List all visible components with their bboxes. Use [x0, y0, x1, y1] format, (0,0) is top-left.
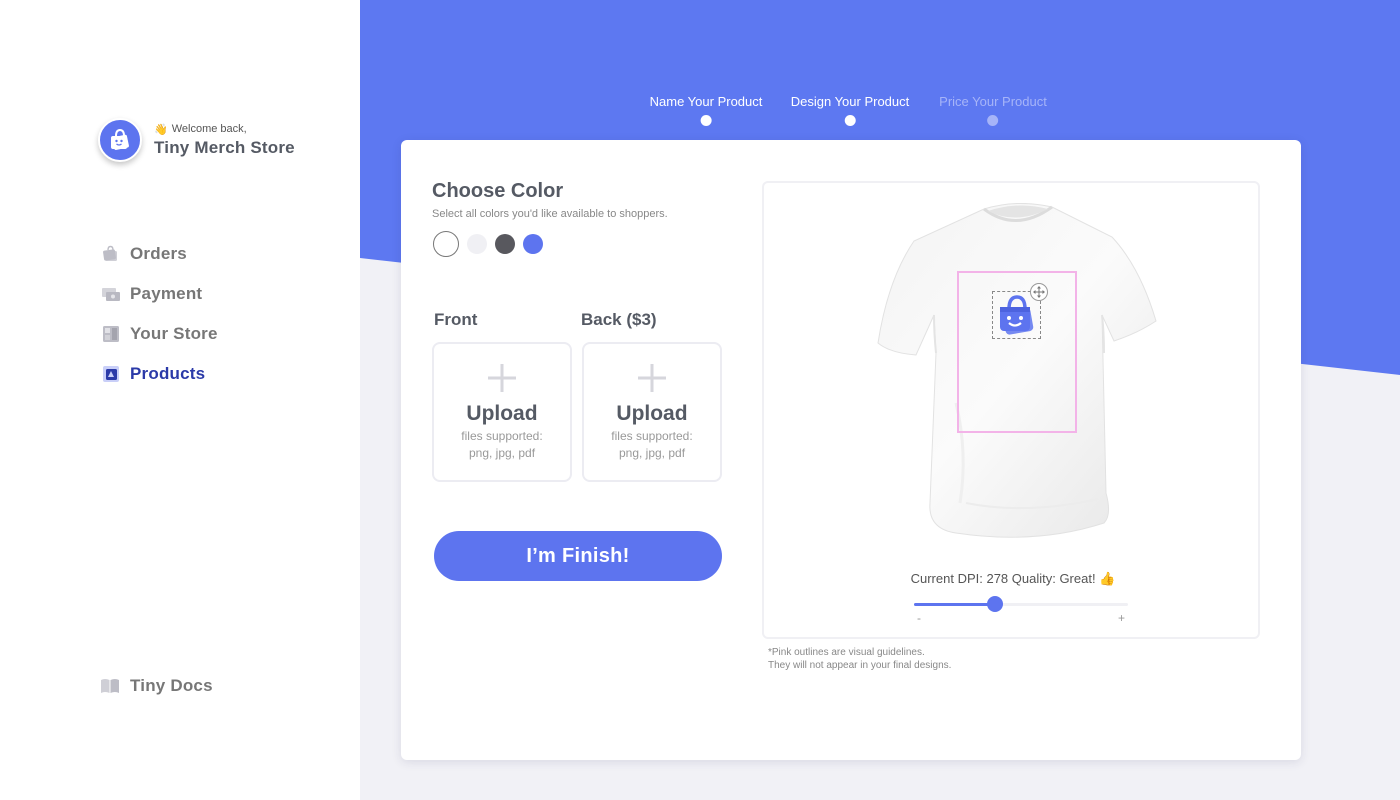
upload-formats-line1: files supported: [611, 429, 693, 443]
book-icon [100, 677, 120, 695]
back-upload-box[interactable]: Upload files supported: png, jpg, pdf [582, 342, 722, 482]
slider-min-label: - [917, 611, 921, 625]
move-handle-icon[interactable] [1030, 283, 1048, 301]
sidebar-item-payment[interactable]: Payment [102, 274, 218, 314]
store-brand: 👋 Welcome back, Tiny Merch Store [98, 118, 295, 162]
store-icon [102, 325, 120, 343]
welcome-label: Welcome back, [171, 123, 247, 135]
welcome-text: 👋 Welcome back, [154, 123, 295, 136]
store-name: Tiny Merch Store [154, 137, 295, 157]
step-dot [987, 115, 999, 126]
progress-stepper: Name Your Product Design Your Product Pr… [630, 94, 1070, 134]
step-name-product[interactable]: Name Your Product [649, 94, 763, 126]
step-label: Design Your Product [790, 94, 910, 109]
plus-icon [434, 358, 570, 398]
dpi-text: Current DPI: 278 Quality: Great! [910, 571, 1096, 586]
docs-label: Tiny Docs [130, 676, 213, 695]
design-card: Choose Color Select all colors you'd lik… [401, 140, 1301, 760]
color-swatch-blue[interactable] [523, 234, 543, 254]
sidebar-item-label: Products [130, 364, 206, 383]
step-dot [700, 115, 712, 126]
dpi-readout: Current DPI: 278 Quality: Great! 👍 [764, 571, 1262, 587]
step-dot [844, 115, 856, 126]
wave-icon: 👋 [154, 123, 168, 136]
sidebar-nav: Orders Payment Your Store Products [102, 234, 218, 394]
step-label: Price Your Product [939, 94, 1047, 109]
sidebar: 👋 Welcome back, Tiny Merch Store Orders [0, 0, 360, 800]
sidebar-item-products[interactable]: Products [102, 354, 218, 394]
front-label: Front [434, 310, 478, 329]
upload-formats: files supported: png, jpg, pdf [434, 428, 570, 462]
dpi-slider[interactable]: - + [914, 596, 1128, 625]
finish-button[interactable]: I’m Finish! [434, 531, 722, 581]
choose-color-subtitle: Select all colors you'd like available t… [432, 208, 668, 220]
slider-fill [914, 603, 996, 606]
color-swatch-white[interactable] [433, 231, 459, 257]
upload-title: Upload [466, 402, 538, 425]
step-price-product[interactable]: Price Your Product [939, 94, 1047, 126]
sidebar-item-your-store[interactable]: Your Store [102, 314, 218, 354]
slider-max-label: + [1117, 611, 1125, 625]
front-upload-box[interactable]: Upload files supported: png, jpg, pdf [432, 342, 572, 482]
back-label: Back ($3) [581, 310, 657, 329]
sidebar-item-label: Payment [130, 284, 203, 303]
slider-thumb[interactable] [987, 596, 1004, 612]
sidebar-item-orders[interactable]: Orders [102, 234, 218, 274]
note-line1: *Pink outlines are visual guidelines. [768, 647, 925, 658]
upload-formats-line2: png, jpg, pdf [468, 446, 536, 460]
step-label: Name Your Product [649, 94, 763, 109]
upload-formats: files supported: png, jpg, pdf [584, 428, 720, 462]
money-icon [102, 285, 120, 303]
sidebar-item-tiny-docs[interactable]: Tiny Docs [100, 676, 213, 696]
sidebar-item-label: Orders [130, 244, 187, 263]
guideline-note: *Pink outlines are visual guidelines. Th… [768, 646, 951, 672]
products-icon [102, 365, 120, 383]
color-swatch-light-gray[interactable] [467, 234, 487, 254]
bag-icon [102, 245, 120, 263]
upload-title: Upload [616, 402, 688, 425]
product-preview: Current DPI: 278 Quality: Great! 👍 - + [762, 181, 1260, 639]
color-swatches [433, 231, 551, 257]
color-swatch-dark-gray[interactable] [495, 234, 515, 254]
thumbs-up-icon: 👍 [1099, 571, 1116, 586]
note-line2: They will not appear in your final desig… [768, 660, 952, 671]
upload-formats-line2: png, jpg, pdf [618, 446, 686, 460]
sidebar-item-label: Your Store [130, 324, 218, 343]
plus-icon [584, 358, 720, 398]
upload-formats-line1: files supported: [461, 429, 543, 443]
step-design-product[interactable]: Design Your Product [790, 94, 910, 126]
store-logo-icon [98, 118, 142, 162]
bag-logo-icon [999, 295, 1033, 335]
choose-color-title: Choose Color [432, 180, 564, 202]
